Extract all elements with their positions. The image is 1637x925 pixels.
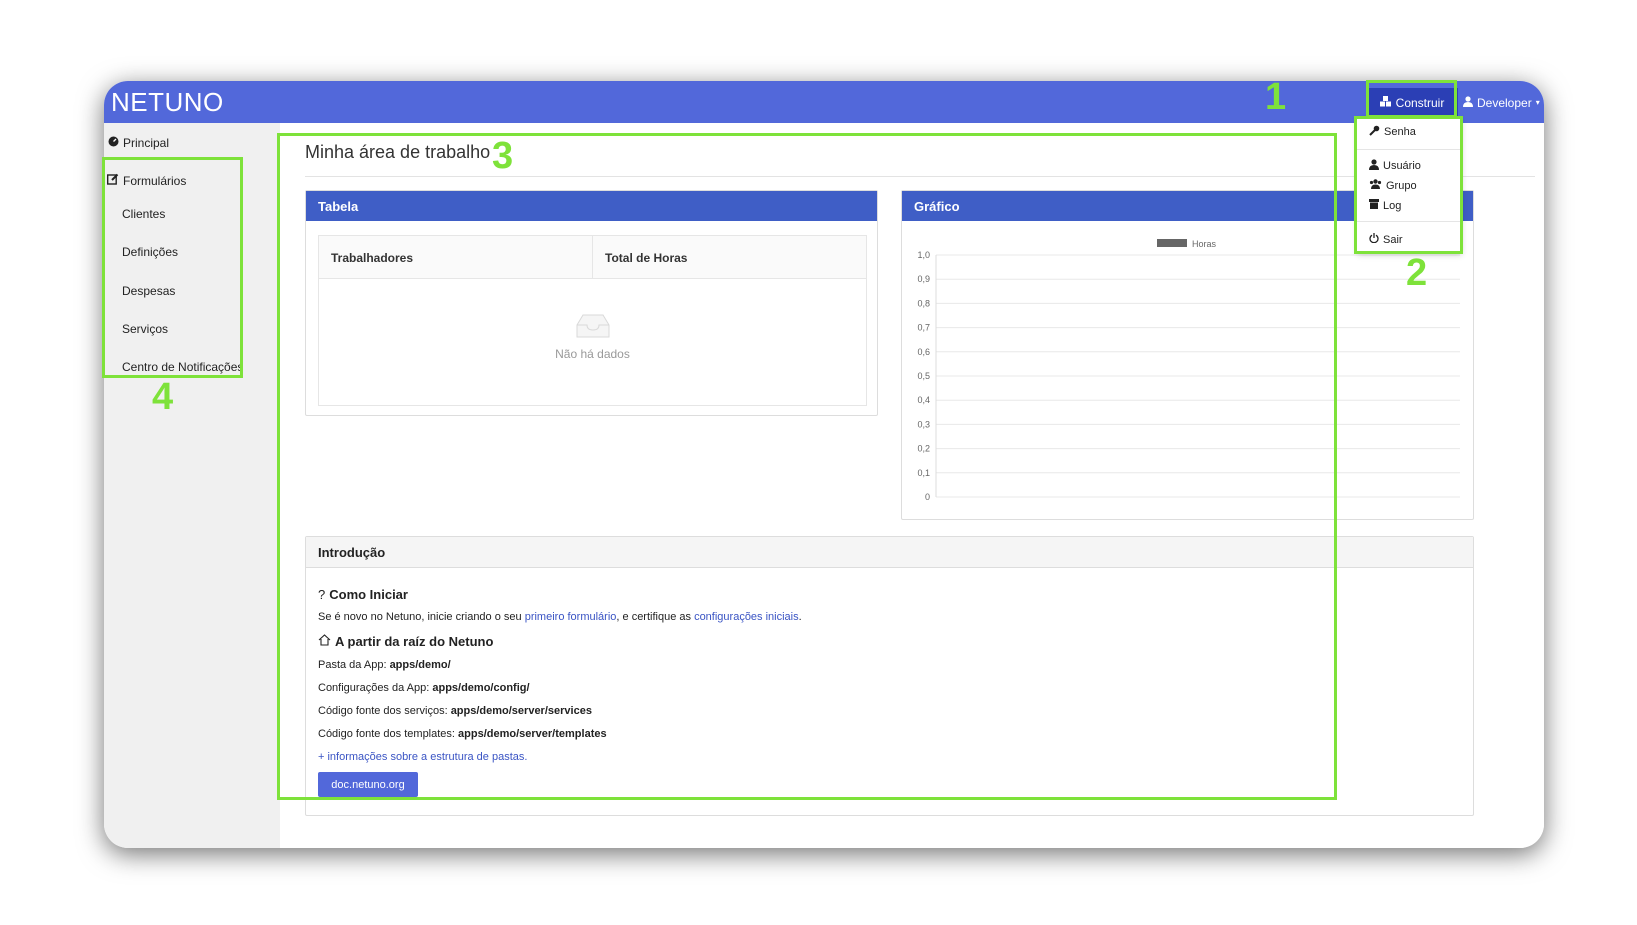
dashboard-icon xyxy=(108,136,119,150)
annotation-number-1: 1 xyxy=(1265,76,1287,118)
annotation-number-2: 2 xyxy=(1406,252,1428,294)
developer-label: Developer xyxy=(1477,95,1532,110)
developer-menu-toggle[interactable]: Developer ▾ xyxy=(1463,88,1540,117)
netuno-logo[interactable]: NETUNO xyxy=(111,87,224,118)
annotation-number-4: 4 xyxy=(152,376,174,418)
highlight-box-2 xyxy=(1354,116,1463,254)
annotation-number-3: 3 xyxy=(492,135,514,177)
highlight-box-3 xyxy=(277,133,1337,800)
user-icon xyxy=(1463,95,1473,110)
caret-down-icon: ▾ xyxy=(1535,98,1540,107)
highlight-box-4 xyxy=(102,157,243,378)
sidebar-item-principal[interactable]: Principal xyxy=(108,136,169,150)
sidebar-item-label: Principal xyxy=(123,136,170,150)
highlight-box-1 xyxy=(1366,80,1457,118)
top-navbar: NETUNO Construir Developer ▾ xyxy=(104,81,1544,123)
